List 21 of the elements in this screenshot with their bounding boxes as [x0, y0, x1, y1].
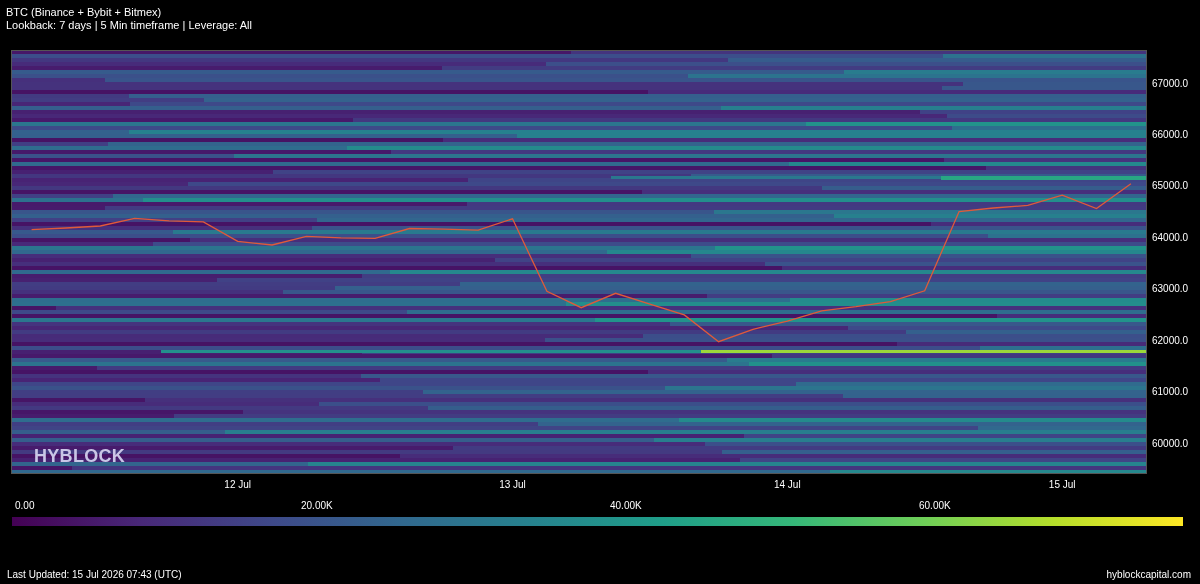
colorbar-label: 60.00K — [919, 500, 951, 513]
last-updated-text: Last Updated: 15 Jul 2026 07:43 (UTC) — [7, 569, 182, 581]
x-axis-label: 12 Jul — [224, 479, 252, 490]
chart-subtitle: Lookback: 7 days | 5 Min timeframe | Leverage: All — [6, 19, 253, 32]
colorbar-label: 40.00K — [610, 500, 642, 513]
y-axis-label: 61000.0 — [1152, 386, 1189, 398]
colorbar-label: 20.00K — [301, 500, 333, 513]
y-axis-label: 62000.0 — [1152, 334, 1189, 346]
y-axis-label: 63000.0 — [1152, 283, 1189, 295]
chart-title: BTC (Binance + Bybit + Bitmex) — [6, 6, 163, 19]
y-axis-label: 60000.0 — [1152, 437, 1189, 449]
x-axis-label: 14 Jul — [773, 479, 801, 490]
colorbar-label: 0.00 — [15, 500, 35, 513]
x-axis-label: 13 Jul — [499, 479, 526, 490]
x-axis-label: 15 Jul — [1048, 479, 1076, 490]
y-axis-label: 65000.0 — [1152, 180, 1189, 192]
y-axis-label: 66000.0 — [1152, 128, 1189, 140]
website-link[interactable]: hyblockcapital.com — [1106, 569, 1191, 581]
watermark-logo: HYBLOCK — [34, 446, 126, 467]
y-axis-label: 67000.0 — [1152, 77, 1189, 89]
y-axis-label: 64000.0 — [1152, 231, 1189, 243]
